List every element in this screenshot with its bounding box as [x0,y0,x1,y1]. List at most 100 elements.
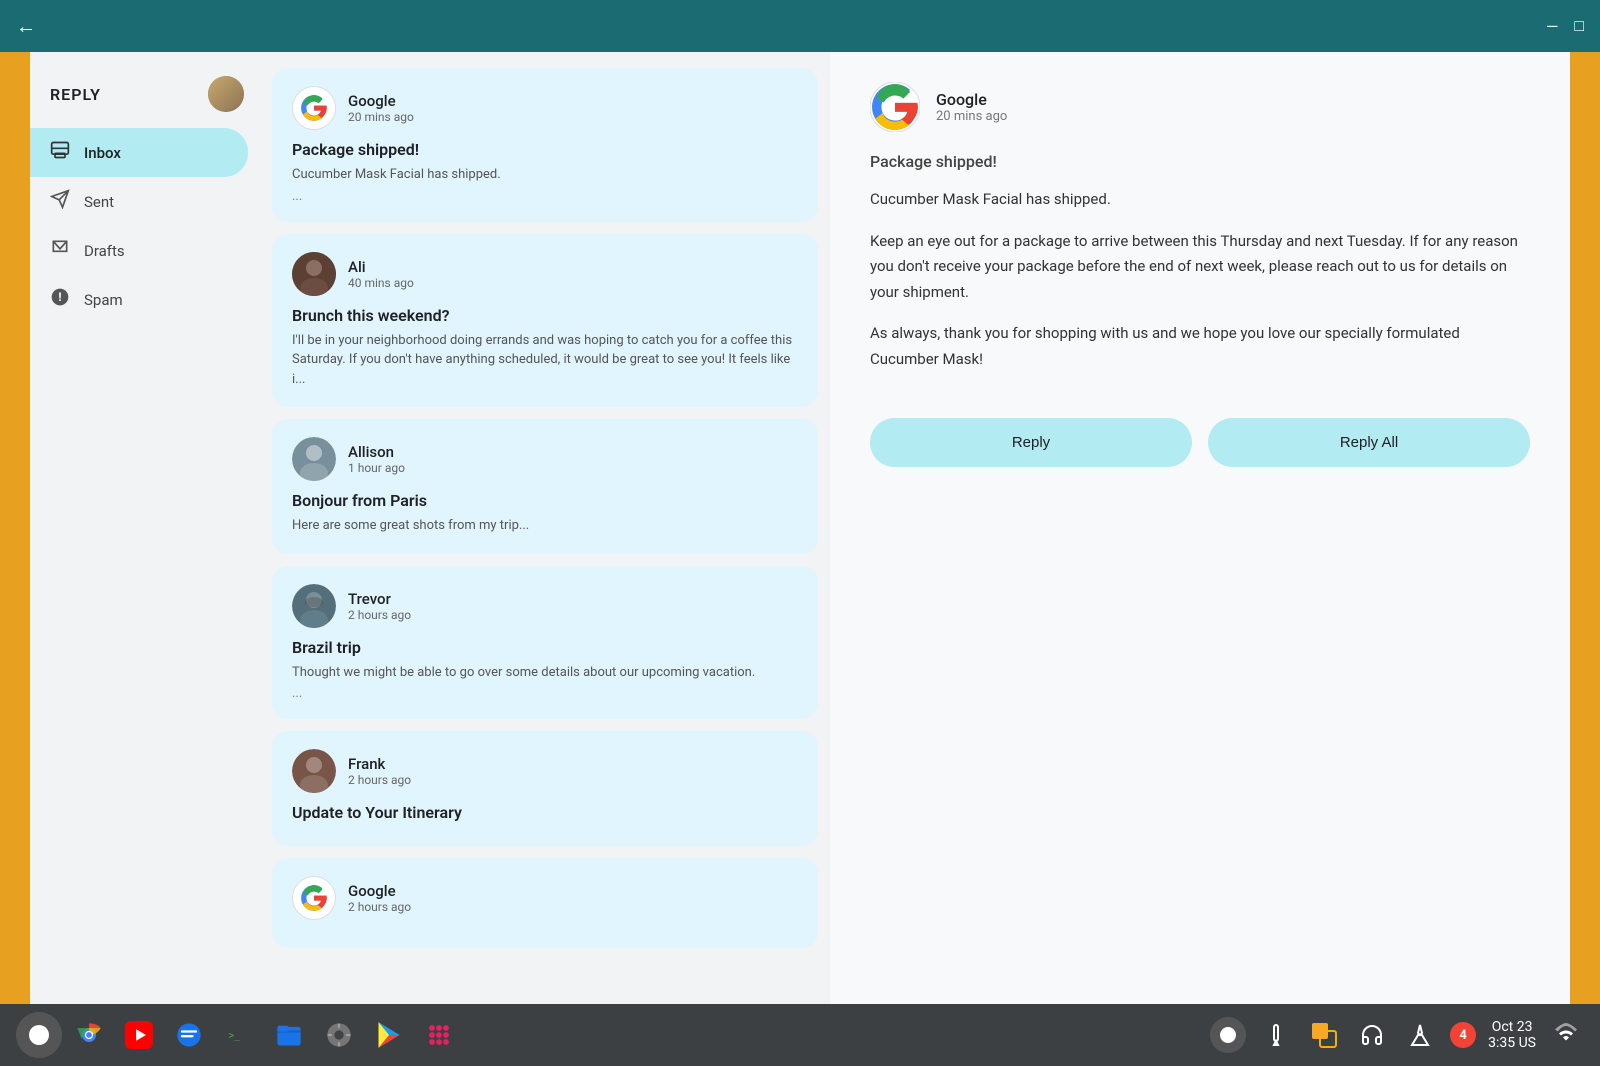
detail-sender-name: Google [936,90,1007,109]
taskbar: >_ [0,1004,1600,1066]
reply-all-button[interactable]: Reply All [1208,418,1530,467]
email-item-4[interactable]: Trevor 2 hours ago Brazil trip Thought w… [272,566,818,720]
email-sender-info-4: Trevor 2 hours ago [348,590,411,622]
email-item-2[interactable]: Ali 40 mins ago Brunch this weekend? I'l… [272,234,818,408]
svg-text:>_: >_ [229,1031,241,1042]
title-bar-left: ← [16,14,36,39]
sidebar-header: REPLY [30,52,260,128]
sender-name-3: Allison [348,443,405,461]
taskbar-camera-indicator[interactable] [1210,1017,1246,1053]
taskbar-network-icon[interactable] [1548,1017,1584,1053]
detail-body-line1: Cucumber Mask Facial has shipped. [870,187,1530,213]
detail-body-para1: Keep an eye out for a package to arrive … [870,229,1530,306]
trevor-avatar [292,584,336,628]
detail-subject: Package shipped! [870,152,1530,171]
sidebar: REPLY Inbox Se [30,52,260,1004]
email-preview-2: I'll be in your neighborhood doing erran… [292,331,798,390]
title-bar-right: — □ [1546,16,1584,36]
allison-avatar [292,437,336,481]
drafts-icon [50,238,70,263]
sender-time-5: 2 hours ago [348,773,411,787]
taskbar-audio-icon[interactable] [1354,1017,1390,1053]
email-header-2: Ali 40 mins ago [292,252,798,296]
email-preview-4: Thought we might be able to go over some… [292,663,798,683]
sender-name-2: Ali [348,258,414,276]
taskbar-time: 3:35 US [1488,1035,1536,1051]
ali-avatar [292,252,336,296]
google-avatar-1 [292,86,336,130]
back-button[interactable]: ← [16,14,36,39]
email-item-6[interactable]: Google 2 hours ago [272,858,818,948]
minimize-button[interactable]: — [1546,17,1559,36]
email-header-3: Allison 1 hour ago [292,437,798,481]
taskbar-left: >_ [16,1012,462,1058]
sender-name-5: Frank [348,755,411,773]
spam-icon: ! [50,287,70,312]
sender-time-2: 40 mins ago [348,276,414,290]
user-avatar-image [208,76,244,112]
frank-avatar [292,749,336,793]
taskbar-playstore-icon[interactable] [366,1012,412,1058]
email-sender-info-3: Allison 1 hour ago [348,443,405,475]
email-sender-info-5: Frank 2 hours ago [348,755,411,787]
email-subject-5: Update to Your Itinerary [292,803,798,822]
sidebar-title: REPLY [50,85,101,104]
email-item-1[interactable]: Google 20 mins ago Package shipped! Cucu… [272,68,818,222]
taskbar-camera-icon[interactable] [16,1012,62,1058]
email-item-3[interactable]: Allison 1 hour ago Bonjour from Paris He… [272,419,818,554]
taskbar-youtube-icon[interactable] [116,1012,162,1058]
sidebar-item-spam[interactable]: ! Spam [30,275,248,324]
taskbar-applauncher-icon[interactable] [416,1012,462,1058]
sender-name-4: Trevor [348,590,411,608]
inbox-icon [50,140,70,165]
taskbar-messages-icon[interactable] [166,1012,212,1058]
taskbar-stylus-tool-icon[interactable] [1402,1017,1438,1053]
email-ellipsis-4: ... [292,686,798,701]
email-subject-3: Bonjour from Paris [292,491,798,510]
email-header-1: Google 20 mins ago [292,86,798,130]
email-preview-1: Cucumber Mask Facial has shipped. [292,165,798,185]
sent-label: Sent [84,193,114,211]
taskbar-files-icon[interactable] [266,1012,312,1058]
email-list: Google 20 mins ago Package shipped! Cucu… [260,52,830,1004]
email-ellipsis-1: ... [292,189,798,204]
sender-time-4: 2 hours ago [348,608,411,622]
detail-body: Cucumber Mask Facial has shipped. Keep a… [870,187,1530,388]
title-bar: ← — □ [0,0,1600,52]
sender-time-3: 1 hour ago [348,461,405,475]
sender-name-6: Google [348,882,411,900]
app-window: REPLY Inbox Se [30,52,1570,1004]
detail-body-para2: As always, thank you for shopping with u… [870,321,1530,372]
reply-button[interactable]: Reply [870,418,1192,467]
taskbar-settings-icon[interactable] [316,1012,362,1058]
email-item-5[interactable]: Frank 2 hours ago Update to Your Itinera… [272,731,818,846]
taskbar-datetime: Oct 23 3:35 US [1488,1019,1536,1051]
notification-badge[interactable]: 4 [1450,1022,1476,1048]
taskbar-terminal-icon[interactable]: >_ [216,1012,262,1058]
google-avatar-2 [292,876,336,920]
email-header-4: Trevor 2 hours ago [292,584,798,628]
sidebar-item-sent[interactable]: Sent [30,177,248,226]
taskbar-window-manager-icon[interactable] [1306,1017,1342,1053]
taskbar-chrome-icon[interactable] [66,1012,112,1058]
email-detail-panel: Google 20 mins ago Package shipped! Cucu… [830,52,1570,1004]
maximize-button[interactable]: □ [1574,16,1584,36]
sidebar-item-drafts[interactable]: Drafts [30,226,248,275]
svg-text:!: ! [58,290,61,304]
email-preview-3: Here are some great shots from my trip..… [292,516,798,536]
email-header-6: Google 2 hours ago [292,876,798,920]
inbox-label: Inbox [84,144,121,162]
email-sender-info-6: Google 2 hours ago [348,882,411,914]
detail-sender-info: Google 20 mins ago [936,90,1007,124]
taskbar-date: Oct 23 [1492,1019,1533,1035]
detail-header: Google 20 mins ago [870,82,1530,132]
sender-time-6: 2 hours ago [348,900,411,914]
taskbar-pen-icon[interactable] [1258,1017,1294,1053]
action-buttons: Reply Reply All [870,418,1530,467]
email-subject-1: Package shipped! [292,140,798,159]
sent-icon [50,189,70,214]
sidebar-item-inbox[interactable]: Inbox [30,128,248,177]
spam-label: Spam [84,291,123,309]
sender-name-1: Google [348,92,414,110]
email-subject-4: Brazil trip [292,638,798,657]
